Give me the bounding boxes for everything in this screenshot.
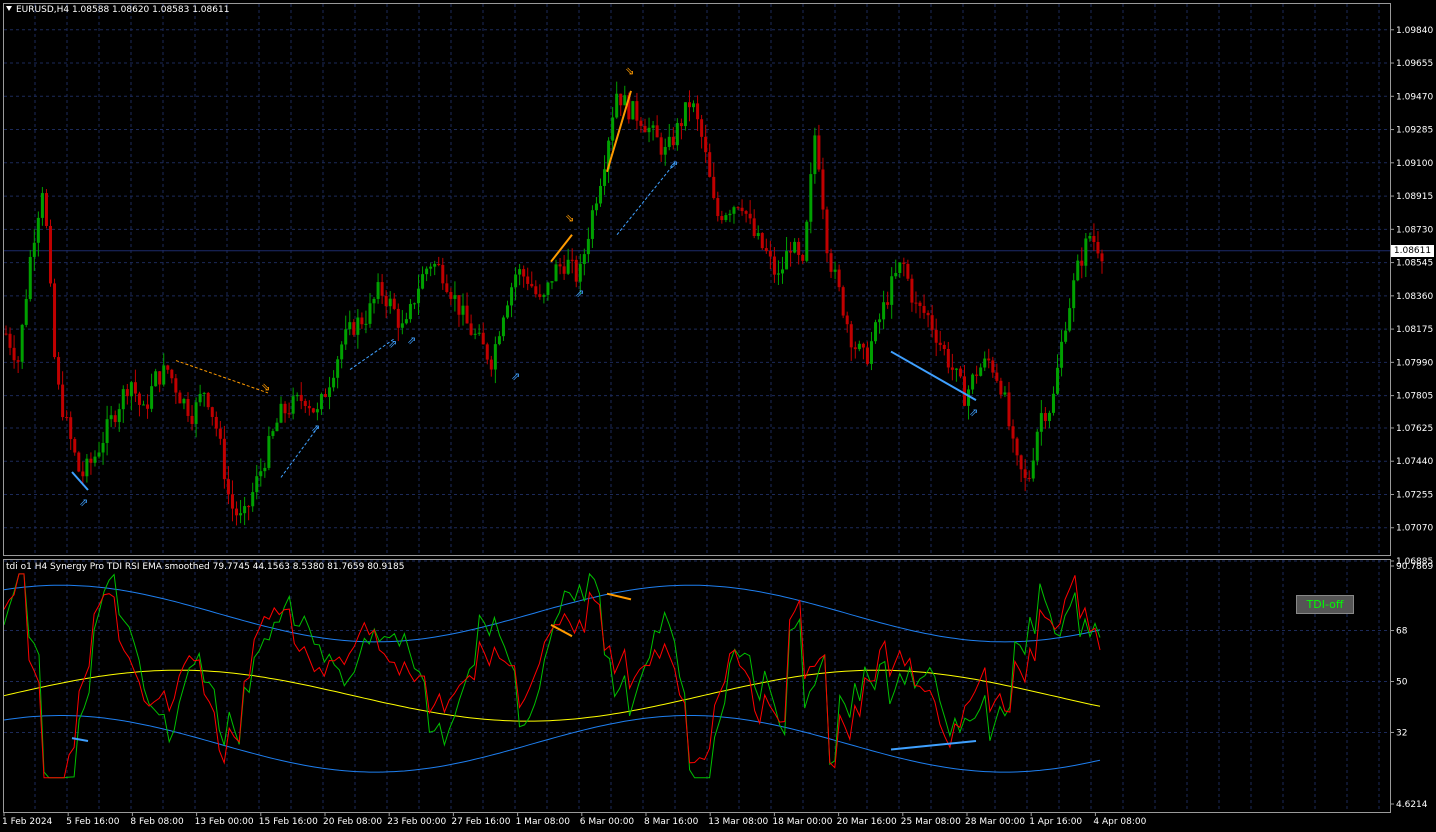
tdi-off-button[interactable]: TDI-off [1296,595,1354,614]
time-tick-label: 1 Mar 08:00 [516,817,571,827]
time-tick-label: 28 Mar 00:00 [965,817,1025,827]
trading-chart-window: 1.09840 1.09655 1.09470 1.09285 1.09100 1.089… [0,0,1436,832]
price-tick-label: 1.07070 [1396,524,1433,534]
time-axis: 1 Feb 2024 5 Feb 16:00 8 Feb 08:00 13 Feb 0… [2,813,1147,827]
price-axis: 1.09840 1.09655 1.09470 1.09285 1.09100 1.089… [1390,26,1433,567]
price-tick-label: 1.08730 [1396,225,1433,235]
time-tick-label: 13 Mar 08:00 [708,817,768,827]
time-tick-label: 20 Feb 08:00 [323,817,382,827]
time-tick-label: 18 Mar 00:00 [772,817,832,827]
time-tick-label: 20 Mar 16:00 [837,817,897,827]
indicator-title: tdi o1 H4 Synergy Pro TDI RSI EMA smooth… [6,562,405,572]
indicator-tick-label: 4.6214 [1396,800,1428,810]
price-tick-label: 1.08915 [1396,192,1433,202]
time-tick-label: 13 Feb 00:00 [195,817,254,827]
price-tick-label: 1.07440 [1396,457,1433,467]
symbol-title: EURUSD,H4 1.08588 1.08620 1.08583 1.0861… [6,5,229,16]
indicator-tick-label: 32 [1396,728,1407,738]
price-tick-label: 1.09100 [1396,159,1433,169]
main-price-pane[interactable] [3,3,1391,556]
time-tick-label: 15 Feb 16:00 [259,817,318,827]
price-tick-label: 1.07255 [1396,490,1433,500]
indicator-tick-label: 90.7869 [1396,562,1433,572]
price-tick-label: 1.08545 [1396,259,1433,269]
indicator-axis: 90.7869 68 50 32 4.6214 [1390,562,1433,810]
time-tick-label: 8 Feb 08:00 [130,817,184,827]
price-tick-label: 1.07990 [1396,358,1433,368]
time-tick-label: 1 Apr 16:00 [1029,817,1082,827]
price-tick-label: 1.09840 [1396,26,1433,36]
time-tick-label: 4 Apr 08:00 [1093,817,1146,827]
time-tick-label: 8 Mar 16:00 [644,817,699,827]
current-price-tag: 1.08611 [1391,244,1434,257]
time-tick-label: 23 Feb 00:00 [387,817,446,827]
price-tick-label: 1.09655 [1396,59,1433,69]
time-tick-label: 5 Feb 16:00 [66,817,120,827]
indicator-tick-label: 50 [1396,677,1408,687]
price-tick-label: 1.08175 [1396,325,1433,335]
price-tick-label: 1.09470 [1396,92,1433,102]
time-tick-label: 25 Mar 08:00 [901,817,961,827]
price-tick-label: 1.07805 [1396,392,1433,402]
price-tick-label: 1.07625 [1396,424,1433,434]
indicator-tick-label: 68 [1396,627,1408,637]
time-tick-label: 1 Feb 2024 [2,817,53,827]
price-tick-label: 1.09285 [1396,126,1433,136]
chevron-down-icon [6,6,12,11]
indicator-pane[interactable] [3,559,1391,813]
time-tick-label: 6 Mar 00:00 [580,817,635,827]
symbol-title-text: EURUSD,H4 1.08588 1.08620 1.08583 1.0861… [16,5,230,15]
price-tick-label: 1.08360 [1396,292,1433,302]
time-tick-label: 27 Feb 16:00 [451,817,510,827]
